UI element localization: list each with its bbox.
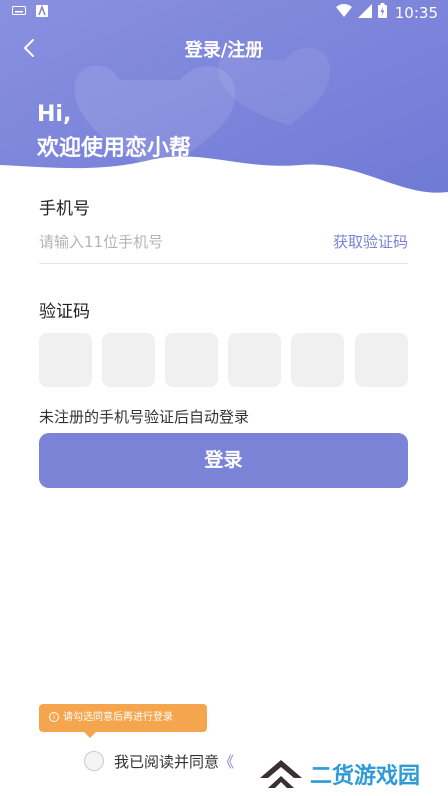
auto-login-hint: 未注册的手机号验证后自动登录 — [39, 408, 250, 426]
watermark: 二货游戏园 — [258, 752, 448, 796]
code-box[interactable] — [102, 333, 155, 387]
code-box[interactable] — [291, 333, 344, 387]
login-button[interactable]: 登录 — [39, 433, 408, 488]
phone-label: 手机号 — [39, 199, 90, 219]
page-title: 登录/注册 — [184, 40, 264, 61]
agreement-checkbox[interactable] — [84, 751, 104, 771]
phone-input[interactable] — [39, 228, 299, 256]
status-time: 10:35 — [394, 3, 438, 22]
info-icon: i — [49, 712, 59, 722]
tooltip-arrow — [84, 732, 96, 738]
greeting-welcome: 欢迎使用恋小帮 — [37, 136, 192, 161]
wifi-icon — [335, 3, 352, 22]
code-box[interactable] — [355, 333, 408, 387]
code-box[interactable] — [39, 333, 92, 387]
agreement-text: 我已阅读并同意 — [114, 752, 220, 771]
battery-icon — [377, 3, 387, 22]
header-banner: 10:35 登录/注册 Hi, 欢迎使用恋小帮 — [0, 0, 448, 200]
greeting: Hi, 欢迎使用恋小帮 — [37, 100, 191, 166]
greeting-hi: Hi, — [37, 102, 72, 127]
verify-code-label: 验证码 — [39, 302, 90, 322]
app-notification-icon — [36, 4, 48, 21]
agreement-link[interactable]: 《 — [219, 751, 234, 772]
agreement-tooltip: i 请勾选同意后再进行登录 — [39, 704, 207, 732]
phone-row: 获取验证码 — [39, 226, 408, 264]
tooltip-text: 请勾选同意后再进行登录 — [63, 712, 173, 723]
agreement-row: 我已阅读并同意 《 — [84, 750, 234, 772]
nav-bar: 登录/注册 — [0, 28, 448, 68]
get-code-button[interactable]: 获取验证码 — [333, 231, 408, 252]
code-box[interactable] — [165, 333, 218, 387]
keyboard-icon — [12, 5, 26, 21]
code-box[interactable] — [228, 333, 281, 387]
verify-code-boxes — [39, 333, 408, 387]
signal-icon — [357, 3, 372, 22]
watermark-logo-icon — [260, 760, 302, 788]
status-bar: 10:35 — [0, 0, 448, 24]
watermark-text: 二货游戏园 — [310, 764, 421, 789]
